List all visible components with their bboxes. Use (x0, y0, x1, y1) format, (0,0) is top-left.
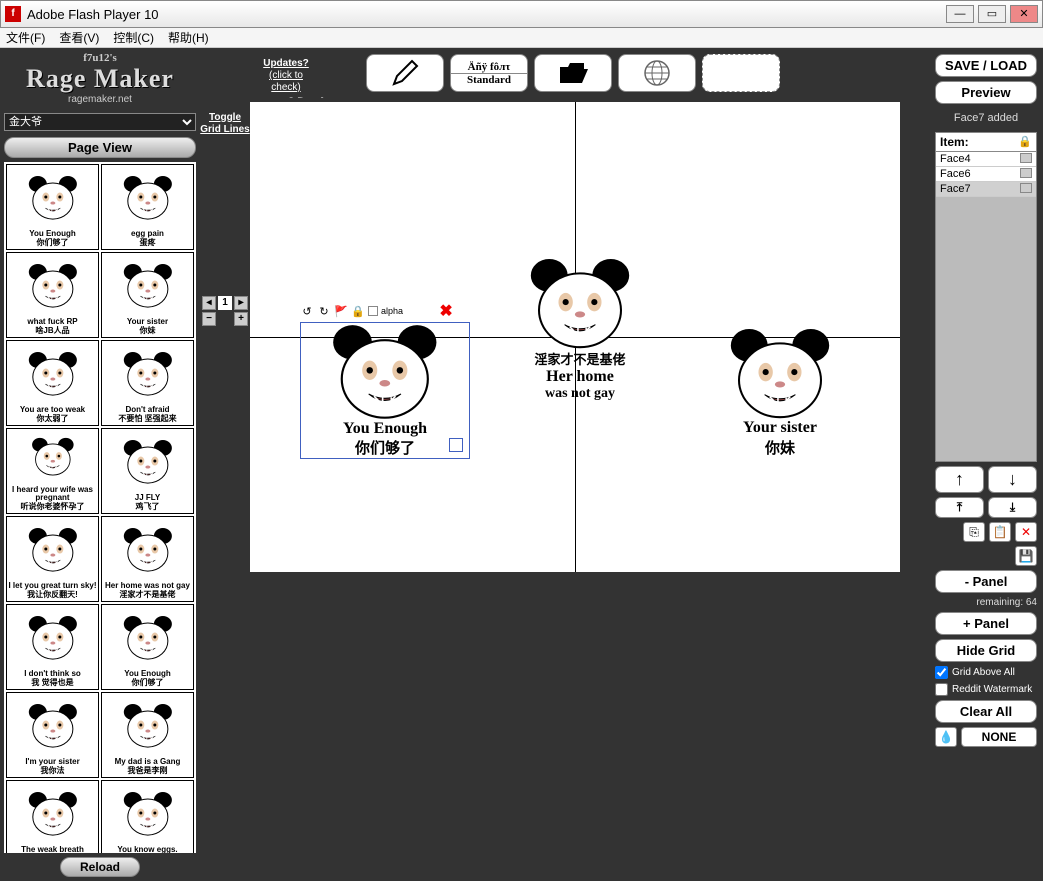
item-list-row[interactable]: Face7 (936, 182, 1036, 197)
menu-view[interactable]: 查看(V) (59, 28, 99, 47)
delete-item-icon[interactable]: ✖ (439, 304, 453, 318)
item-list-row[interactable]: Face4 (936, 152, 1036, 167)
canvas-face-item[interactable]: You Enough你们够了 (300, 322, 470, 459)
left-sidebar: f7u12's Rage Maker ragemaker.net 金大爷 Pag… (0, 48, 200, 881)
item-toolbar: ↺ ↻ 🚩 🔒 alpha ✖ (300, 304, 453, 318)
rotate-left-icon[interactable]: ↺ (300, 304, 314, 318)
page-view-button[interactable]: Page View (4, 137, 196, 158)
menu-control[interactable]: 控制(C) (113, 28, 154, 47)
move-top-button[interactable]: ⤒ (935, 497, 984, 518)
thumbnail-item[interactable]: You Enough你们够了 (6, 164, 99, 250)
preview-button[interactable]: Preview (935, 81, 1037, 104)
pencil-tool[interactable] (366, 54, 444, 92)
grid-above-checkbox[interactable] (935, 666, 948, 679)
paste-icon[interactable]: 📋 (989, 522, 1011, 542)
plus-icon[interactable]: + (234, 312, 248, 326)
thumbnail-item[interactable]: Her home was not gay淫家才不是基佬 (101, 516, 194, 602)
thumbnail-item[interactable]: Don't afraid不要怕 坚强起来 (101, 340, 194, 426)
save-load-button[interactable]: SAVE / LOAD (935, 54, 1037, 77)
menu-file[interactable]: 文件(F) (6, 28, 45, 47)
thumbnail-item[interactable]: You know eggs.你懂个锤 (101, 780, 194, 853)
next-page-icon[interactable]: ▸ (234, 296, 248, 310)
menu-help[interactable]: 帮助(H) (168, 28, 209, 47)
thumbnail-item[interactable]: My dad is a Gang我爸是李刚 (101, 692, 194, 778)
thumbnail-grid: You Enough你们够了 egg pain蛋疼 what fuck RP啥J… (4, 162, 196, 853)
reddit-watermark-checkbox[interactable] (935, 683, 948, 696)
canvas-face-item[interactable]: Your sister你妹 (700, 327, 860, 458)
canvas[interactable]: You Enough你们够了 ↺ ↻ 🚩 🔒 alpha ✖ 淫家才不是基佬He… (250, 102, 900, 572)
resize-handle[interactable] (449, 438, 463, 452)
thumbnail-item[interactable]: Your sister你妹 (101, 252, 194, 338)
item-list: Item: 🔒 Face4Face6Face7 (935, 132, 1037, 462)
prev-page-icon[interactable]: ◂ (202, 296, 216, 310)
item-list-row[interactable]: Face6 (936, 167, 1036, 182)
thumbnail-item[interactable]: I let you great turn sky!我让你反翻天! (6, 516, 99, 602)
item-header-label: Item: (940, 135, 969, 149)
close-button[interactable]: ✕ (1010, 5, 1038, 23)
menubar: 文件(F) 查看(V) 控制(C) 帮助(H) (0, 28, 1043, 48)
updates-link[interactable]: Updates? (click to check) (256, 54, 316, 92)
maximize-button[interactable]: ▭ (978, 5, 1006, 23)
thumbnail-item[interactable]: JJ FLY鸡飞了 (101, 428, 194, 514)
logo-site: ragemaker.net (4, 94, 196, 105)
flip-icon[interactable]: 🚩 (334, 304, 348, 318)
font-any-label: Äñÿ fôлτ (468, 61, 511, 73)
minus-panel-button[interactable]: - Panel (935, 570, 1037, 593)
delete-icon[interactable]: ✕ (1015, 522, 1037, 542)
open-file-tool[interactable] (534, 54, 612, 92)
color-none-button[interactable]: NONE (961, 727, 1037, 747)
window-title: Adobe Flash Player 10 (27, 7, 946, 22)
thumbnail-item[interactable]: I'm your sister我你法 (6, 692, 99, 778)
logo: f7u12's Rage Maker ragemaker.net (4, 52, 196, 105)
window-titlebar: f Adobe Flash Player 10 — ▭ ✕ (0, 0, 1043, 28)
move-bottom-button[interactable]: ⤓ (988, 497, 1037, 518)
toggle-grid-lines[interactable]: Toggle Grid Lines (200, 112, 250, 136)
page-number: 1 (218, 296, 232, 310)
reload-button[interactable]: Reload (60, 857, 140, 877)
right-sidebar: SAVE / LOAD Preview Face7 added Item: 🔒 … (933, 48, 1043, 881)
minimize-button[interactable]: — (946, 5, 974, 23)
font-standard-label: Standard (467, 74, 511, 86)
hide-grid-button[interactable]: Hide Grid (935, 639, 1037, 662)
category-dropdown[interactable]: 金大爷 (4, 113, 196, 131)
minus-icon[interactable]: − (202, 312, 216, 326)
thumbnail-item[interactable]: what fuck RP啥JB人品 (6, 252, 99, 338)
copy-icon[interactable]: ⎘ (963, 522, 985, 542)
thumbnail-item[interactable]: The weak breath这一股弱者的气息 (6, 780, 99, 853)
center-area: Updates? (click to check) Äñÿ fôлτ Stand… (250, 48, 933, 881)
rotate-right-icon[interactable]: ↻ (317, 304, 331, 318)
plus-panel-button[interactable]: + Panel (935, 612, 1037, 635)
globe-tool[interactable] (618, 54, 696, 92)
remaining-text: remaining: 64 (935, 597, 1037, 608)
lock-icon[interactable]: 🔒 (1018, 135, 1032, 149)
logo-small: f7u12's (4, 52, 196, 64)
toggle-column: Toggle Grid Lines ◂ 1 ▸ − + (200, 48, 250, 881)
save-icon[interactable]: 💾 (1015, 546, 1037, 566)
font-tool[interactable]: Äñÿ fôлτ Standard (450, 54, 528, 92)
top-toolbar: Updates? (click to check) Äñÿ fôлτ Stand… (250, 48, 933, 98)
clear-all-button[interactable]: Clear All (935, 700, 1037, 723)
eyedropper-icon[interactable]: 💧 (935, 727, 957, 747)
alpha-label: alpha (381, 306, 403, 316)
logo-big: Rage Maker (4, 64, 196, 94)
thumbnail-item[interactable]: You Enough你们够了 (101, 604, 194, 690)
page-nav-toolbar: ◂ 1 ▸ − + (200, 296, 250, 326)
thumbnail-item[interactable]: egg pain蛋疼 (101, 164, 194, 250)
canvas-face-item[interactable]: 淫家才不是基佬Her homewas not gay (500, 257, 660, 401)
grid-above-label: Grid Above All (952, 667, 1015, 678)
category-select[interactable]: 金大爷 (4, 113, 196, 131)
thumbnail-item[interactable]: I don't think so我 觉得也是 (6, 604, 99, 690)
status-text: Face7 added (935, 112, 1037, 124)
selection-tool[interactable] (702, 54, 780, 92)
thumbnail-item[interactable]: I heard your wife was pregnant听说你老婆怀孕了 (6, 428, 99, 514)
alpha-box[interactable] (368, 306, 378, 316)
reddit-watermark-label: Reddit Watermark (952, 684, 1032, 695)
lock-icon[interactable]: 🔒 (351, 304, 365, 318)
move-up-button[interactable]: ↑ (935, 466, 984, 493)
thumbnail-item[interactable]: You are too weak你太弱了 (6, 340, 99, 426)
flash-icon: f (5, 6, 21, 22)
move-down-button[interactable]: ↓ (988, 466, 1037, 493)
